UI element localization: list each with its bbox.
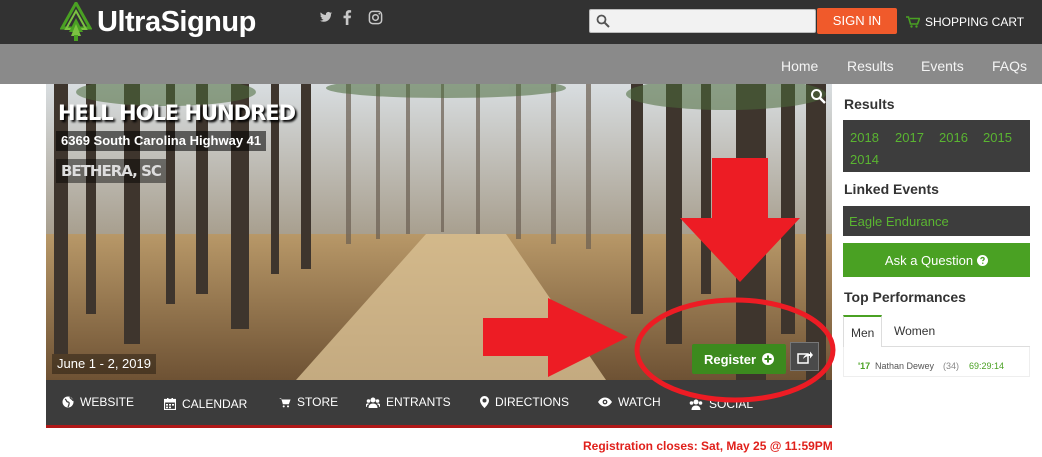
result-year-link[interactable]: 2018 bbox=[850, 130, 879, 145]
globe-icon bbox=[62, 396, 74, 408]
linked-events-heading: Linked Events bbox=[844, 181, 939, 197]
shopping-cart-label: SHOPPING CART bbox=[925, 15, 1025, 29]
event-nav-label: DIRECTIONS bbox=[495, 395, 570, 409]
plus-circle-icon bbox=[762, 353, 775, 365]
tab-men[interactable]: Men bbox=[843, 315, 883, 347]
result-year-link[interactable]: 2017 bbox=[895, 130, 924, 145]
eye-icon bbox=[598, 397, 612, 407]
event-nav-store[interactable]: STORE bbox=[279, 395, 338, 409]
register-button[interactable]: Register bbox=[692, 344, 786, 374]
nav-events[interactable]: Events bbox=[921, 58, 964, 74]
results-heading: Results bbox=[844, 96, 895, 112]
event-nav-entrants[interactable]: ENTRANTS bbox=[366, 395, 451, 409]
result-year-link[interactable]: 2014 bbox=[850, 152, 879, 167]
logo[interactable]: UltraSignup bbox=[60, 2, 256, 42]
event-nav-label: CALENDAR bbox=[182, 397, 248, 411]
result-year-link[interactable]: 2016 bbox=[939, 130, 968, 145]
nav-faqs[interactable]: FAQs bbox=[992, 58, 1027, 74]
event-title: HELL HOLE HUNDRED bbox=[58, 101, 296, 125]
nav-home[interactable]: Home bbox=[781, 58, 818, 74]
event-address: 6369 South Carolina Highway 41 bbox=[56, 131, 267, 151]
facebook-icon[interactable] bbox=[339, 10, 355, 28]
users-icon bbox=[366, 397, 380, 408]
zoom-icon[interactable] bbox=[810, 88, 826, 104]
logo-tree-icon bbox=[60, 2, 92, 41]
event-nav-label: ENTRANTS bbox=[386, 395, 451, 409]
share-button[interactable] bbox=[790, 342, 819, 371]
instagram-icon[interactable] bbox=[367, 10, 383, 28]
question-circle-icon bbox=[977, 254, 989, 266]
event-nav-social[interactable]: SOCIAL bbox=[689, 397, 753, 411]
performance-name: Nathan Dewey bbox=[875, 361, 935, 371]
event-nav-calendar[interactable]: CALENDAR bbox=[164, 397, 247, 411]
event-nav-label: SOCIAL bbox=[709, 397, 754, 411]
ask-question-button[interactable]: Ask a Question bbox=[843, 243, 1030, 277]
twitter-icon[interactable] bbox=[318, 10, 334, 28]
event-nav-bar: WEBSITE CALENDAR STORE ENTRANTS DIRECTIO… bbox=[46, 380, 832, 428]
results-years-panel: 2018 2017 2016 2015 2014 bbox=[843, 120, 1030, 172]
map-marker-icon bbox=[480, 396, 489, 408]
result-year-link[interactable]: 2015 bbox=[983, 130, 1012, 145]
registration-closes-notice: Registration closes: Sat, May 25 @ 11:59… bbox=[583, 439, 833, 453]
event-nav-label: WATCH bbox=[618, 395, 661, 409]
search-icon bbox=[596, 14, 610, 28]
share-icon bbox=[796, 351, 813, 364]
performance-time: 69:29:14 bbox=[969, 361, 1005, 371]
event-nav-watch[interactable]: WATCH bbox=[598, 395, 661, 409]
shopping-cart-icon bbox=[906, 16, 920, 28]
linked-events-panel: Eagle Endurance bbox=[843, 206, 1030, 236]
performance-year: '17 bbox=[858, 361, 871, 371]
register-label: Register bbox=[703, 351, 757, 367]
top-performances-heading: Top Performances bbox=[844, 289, 966, 305]
event-city: BETHERA, SC bbox=[56, 159, 166, 183]
users-icon bbox=[689, 399, 703, 410]
event-nav-label: WEBSITE bbox=[80, 395, 135, 409]
shopping-cart-link[interactable]: SHOPPING CART bbox=[906, 12, 1024, 32]
nav-results[interactable]: Results bbox=[847, 58, 894, 74]
performance-age: (34) bbox=[943, 361, 960, 371]
tab-women[interactable]: Women bbox=[887, 315, 942, 347]
event-nav-directions[interactable]: DIRECTIONS bbox=[480, 395, 569, 409]
logo-text: UltraSignup bbox=[97, 5, 256, 38]
event-dates: June 1 - 2, 2019 bbox=[52, 354, 156, 374]
event-nav-website[interactable]: WEBSITE bbox=[62, 395, 134, 409]
cart-icon bbox=[279, 397, 291, 407]
main-nav: Home Results Events FAQs bbox=[0, 44, 1042, 84]
performance-row[interactable]: '17 Nathan Dewey (34) 69:29:14 bbox=[843, 347, 1030, 377]
sign-in-button[interactable]: SIGN IN bbox=[817, 8, 897, 34]
ask-question-label: Ask a Question bbox=[884, 252, 974, 268]
calendar-icon bbox=[164, 398, 176, 410]
event-hero-image bbox=[46, 84, 832, 380]
linked-event-link[interactable]: Eagle Endurance bbox=[849, 214, 949, 229]
search-input[interactable] bbox=[589, 9, 816, 33]
event-nav-label: STORE bbox=[297, 395, 339, 409]
forest-photo bbox=[46, 84, 832, 380]
top-bar: UltraSignup SIGN IN SHOPPING CART bbox=[0, 0, 1042, 44]
